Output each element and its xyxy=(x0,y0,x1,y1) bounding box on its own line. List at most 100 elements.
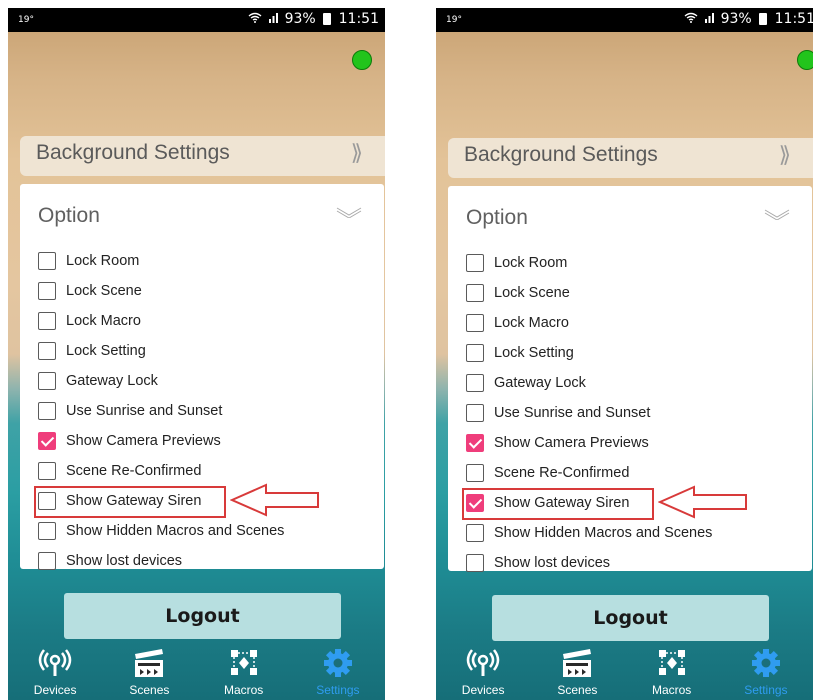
checkbox[interactable] xyxy=(466,404,484,422)
battery-percent: 93% xyxy=(720,11,752,27)
checkbox[interactable] xyxy=(466,254,484,272)
chevron-down-icon[interactable] xyxy=(764,208,790,220)
nav-devices[interactable]: Devices xyxy=(8,642,102,700)
devices-icon xyxy=(466,649,500,676)
option-label: Lock Room xyxy=(494,255,568,271)
connection-status-dot xyxy=(797,50,813,70)
option-item-lock-room[interactable]: Lock Room xyxy=(38,246,384,276)
option-item-camera-previews[interactable]: Show Camera Previews xyxy=(38,426,384,456)
option-item-gateway-lock[interactable]: Gateway Lock xyxy=(38,366,384,396)
checkbox[interactable] xyxy=(38,252,56,270)
checkbox[interactable] xyxy=(466,284,484,302)
checkbox[interactable] xyxy=(466,434,484,452)
status-bar: 19° 93% 11:51 xyxy=(436,8,813,32)
nav-label: Settings xyxy=(316,683,360,697)
option-item-sunrise-sunset[interactable]: Use Sunrise and Sunset xyxy=(466,398,812,428)
nav-macros[interactable]: Macros xyxy=(625,642,719,700)
checkbox[interactable] xyxy=(466,464,484,482)
checkbox[interactable] xyxy=(38,552,56,570)
bottom-nav: Devices Scenes Macros Settings xyxy=(436,642,813,700)
nav-settings[interactable]: Settings xyxy=(291,642,385,700)
bottom-nav: Devices Scenes Macros Settings xyxy=(8,642,385,700)
option-panel: Option Lock Room Lock Scene Lock Macro L… xyxy=(20,184,384,570)
option-item-scene-reconfirmed[interactable]: Scene Re-Confirmed xyxy=(38,456,384,486)
background-settings-label: Background Settings xyxy=(36,141,230,164)
option-label: Use Sunrise and Sunset xyxy=(66,403,223,419)
option-label: Use Sunrise and Sunset xyxy=(494,405,651,421)
option-label: Scene Re-Confirmed xyxy=(494,465,630,481)
option-item-lock-scene[interactable]: Lock Scene xyxy=(38,276,384,306)
option-label: Gateway Lock xyxy=(494,375,586,391)
checkbox[interactable] xyxy=(38,372,56,390)
option-item-lost-devices[interactable]: Show lost devices xyxy=(466,548,812,578)
devices-icon xyxy=(38,649,72,676)
nav-label: Devices xyxy=(461,683,505,697)
nav-label: Settings xyxy=(744,683,788,697)
battery-icon xyxy=(323,13,332,25)
checkbox[interactable] xyxy=(38,282,56,300)
logout-button[interactable]: Logout xyxy=(492,595,769,641)
temperature-text: 19° xyxy=(446,15,462,25)
chevron-down-icon[interactable] xyxy=(336,206,362,218)
checkbox[interactable] xyxy=(38,522,56,540)
settings-gear-icon xyxy=(323,649,352,677)
checkbox[interactable] xyxy=(466,344,484,362)
background-settings-row[interactable]: Background Settings ⟫ xyxy=(20,136,385,176)
nav-settings[interactable]: Settings xyxy=(719,642,813,700)
phone-screen-before: 19° 93% 11:51 Background Settings ⟫ Opti… xyxy=(8,8,385,700)
checkbox[interactable] xyxy=(38,432,56,450)
nav-scenes[interactable]: Scenes xyxy=(530,642,624,700)
nav-label: Scenes xyxy=(557,683,598,697)
option-item-camera-previews[interactable]: Show Camera Previews xyxy=(466,428,812,458)
option-label: Lock Setting xyxy=(494,345,574,361)
option-item-lock-setting[interactable]: Lock Setting xyxy=(466,338,812,368)
checkbox[interactable] xyxy=(38,342,56,360)
macros-icon xyxy=(658,650,685,675)
nav-label: Macros xyxy=(651,683,692,697)
clock-time: 11:51 xyxy=(338,11,379,27)
background-settings-row[interactable]: Background Settings ⟫ xyxy=(448,138,813,178)
option-item-hidden-macros[interactable]: Show Hidden Macros and Scenes xyxy=(38,516,384,546)
checkbox[interactable] xyxy=(466,524,484,542)
option-item-lock-macro[interactable]: Lock Macro xyxy=(38,306,384,336)
option-label: Show Camera Previews xyxy=(66,433,221,449)
status-bar: 19° 93% 11:51 xyxy=(8,8,385,32)
checkbox[interactable] xyxy=(38,402,56,420)
option-item-lock-setting[interactable]: Lock Setting xyxy=(38,336,384,366)
nav-scenes[interactable]: Scenes xyxy=(102,642,196,700)
checkbox[interactable] xyxy=(466,374,484,392)
scenes-icon xyxy=(135,649,164,677)
highlight-annotation-box xyxy=(34,486,226,518)
nav-label: Devices xyxy=(33,683,77,697)
option-item-gateway-lock[interactable]: Gateway Lock xyxy=(466,368,812,398)
checkbox[interactable] xyxy=(38,462,56,480)
option-item-lost-devices[interactable]: Show lost devices xyxy=(38,546,384,576)
wifi-icon xyxy=(684,12,698,26)
nav-devices[interactable]: Devices xyxy=(436,642,530,700)
checkbox[interactable] xyxy=(466,554,484,572)
option-item-lock-macro[interactable]: Lock Macro xyxy=(466,308,812,338)
clock-time: 11:51 xyxy=(774,11,813,27)
phone-screen-after: 19° 93% 11:51 Background Settings ⟫ Opti… xyxy=(436,8,813,700)
logout-button[interactable]: Logout xyxy=(64,593,341,639)
option-label: Gateway Lock xyxy=(66,373,158,389)
option-title: Option xyxy=(38,204,100,227)
option-item-scene-reconfirmed[interactable]: Scene Re-Confirmed xyxy=(466,458,812,488)
option-label: Show lost devices xyxy=(494,555,611,571)
temperature-text: 19° xyxy=(18,15,34,25)
macros-icon xyxy=(230,650,257,675)
checkbox[interactable] xyxy=(466,314,484,332)
scenes-icon xyxy=(563,649,592,677)
option-list: Lock Room Lock Scene Lock Macro Lock Set… xyxy=(38,246,384,576)
highlight-annotation-box xyxy=(462,488,654,520)
option-item-hidden-macros[interactable]: Show Hidden Macros and Scenes xyxy=(466,518,812,548)
option-item-lock-room[interactable]: Lock Room xyxy=(466,248,812,278)
battery-percent: 93% xyxy=(284,11,316,27)
nav-macros[interactable]: Macros xyxy=(197,642,291,700)
option-item-sunrise-sunset[interactable]: Use Sunrise and Sunset xyxy=(38,396,384,426)
option-item-lock-scene[interactable]: Lock Scene xyxy=(466,278,812,308)
chevron-right-icon: ⟫ xyxy=(778,142,791,167)
option-label: Show Hidden Macros and Scenes xyxy=(494,525,713,541)
option-label: Scene Re-Confirmed xyxy=(66,463,202,479)
checkbox[interactable] xyxy=(38,312,56,330)
